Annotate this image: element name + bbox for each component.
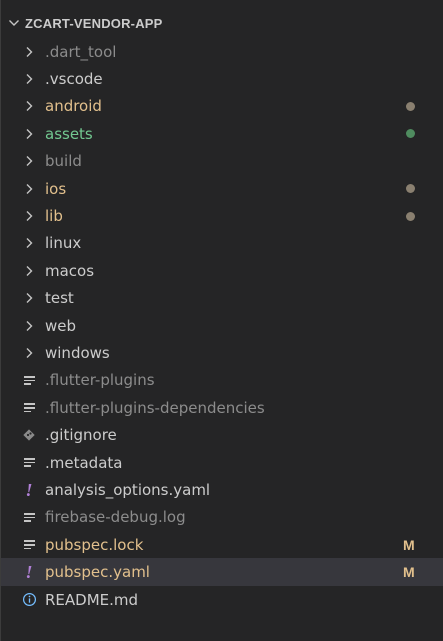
file-item[interactable]: .gitignore xyxy=(1,421,443,448)
folder-item[interactable]: ios xyxy=(1,175,443,202)
file-item[interactable]: .metadata xyxy=(1,449,443,476)
item-label: analysis_options.yaml xyxy=(45,480,211,499)
chevron-right-icon xyxy=(21,263,37,279)
chevron-right-icon xyxy=(21,345,37,361)
chevron-right-icon xyxy=(21,290,37,306)
item-label: android xyxy=(45,97,102,116)
lines-file-icon xyxy=(21,455,37,471)
file-item[interactable]: ! pubspec.yaml M xyxy=(1,558,443,586)
item-label: build xyxy=(45,152,82,171)
file-item[interactable]: firebase-debug.log xyxy=(1,504,443,531)
chevron-right-icon xyxy=(21,98,37,114)
file-tree: .dart_tool .vscode android assets build ios li… xyxy=(1,38,443,613)
folder-item[interactable]: test xyxy=(1,285,443,312)
item-label: macos xyxy=(45,261,95,280)
info-icon xyxy=(21,592,37,608)
item-label: lib xyxy=(45,207,63,226)
git-status-dot xyxy=(406,184,415,194)
folder-item[interactable]: assets xyxy=(1,120,443,147)
chevron-down-icon[interactable] xyxy=(3,16,25,30)
folder-item[interactable]: linux xyxy=(1,230,443,257)
git-status-dot xyxy=(406,211,415,221)
folder-item[interactable]: android xyxy=(1,93,443,120)
git-status-dot xyxy=(406,129,415,139)
item-label: firebase-debug.log xyxy=(45,508,186,527)
lines-file-icon xyxy=(21,372,37,388)
item-label: test xyxy=(45,289,74,308)
lines-file-icon xyxy=(21,537,37,553)
git-diamond-icon xyxy=(21,427,37,443)
yaml-exclamation-icon: ! xyxy=(25,562,33,583)
folder-item[interactable]: .dart_tool xyxy=(1,38,443,65)
chevron-right-icon xyxy=(21,235,37,251)
chevron-right-icon xyxy=(21,318,37,334)
item-label: .flutter-plugins-dependencies xyxy=(45,398,265,417)
item-label: .dart_tool xyxy=(45,42,117,61)
chevron-right-icon xyxy=(21,44,37,60)
item-label: .flutter-plugins xyxy=(45,371,155,390)
explorer-section-header[interactable]: ZCART-VENDOR-APP xyxy=(1,10,443,36)
lines-file-icon xyxy=(21,400,37,416)
file-item[interactable]: pubspec.lock M xyxy=(1,531,443,558)
file-item[interactable]: .flutter-plugins xyxy=(1,367,443,394)
chevron-right-icon xyxy=(21,181,37,197)
file-explorer: ZCART-VENDOR-APP .dart_tool .vscode androi… xyxy=(0,0,443,641)
folder-item[interactable]: lib xyxy=(1,202,443,229)
folder-item[interactable]: windows xyxy=(1,339,443,366)
item-label: .metadata xyxy=(45,453,123,472)
item-label: .vscode xyxy=(45,70,103,89)
explorer-title: ZCART-VENDOR-APP xyxy=(25,15,163,31)
git-modified-badge: M xyxy=(403,564,415,581)
folder-item[interactable]: build xyxy=(1,148,443,175)
chevron-right-icon xyxy=(21,126,37,142)
item-label: .gitignore xyxy=(45,426,117,445)
file-item[interactable]: README.md xyxy=(1,586,443,613)
chevron-right-icon xyxy=(21,208,37,224)
item-label: windows xyxy=(45,343,110,362)
item-label: web xyxy=(45,316,77,335)
yaml-exclamation-icon: ! xyxy=(25,479,33,500)
chevron-right-icon xyxy=(21,71,37,87)
git-modified-badge: M xyxy=(403,536,415,553)
lines-file-icon xyxy=(21,509,37,525)
chevron-right-icon xyxy=(21,153,37,169)
item-label: pubspec.lock xyxy=(45,535,144,554)
item-label: linux xyxy=(45,234,82,253)
item-label: README.md xyxy=(45,590,139,609)
git-status-dot xyxy=(406,101,415,111)
folder-item[interactable]: macos xyxy=(1,257,443,284)
file-item[interactable]: ! analysis_options.yaml xyxy=(1,476,443,503)
item-label: pubspec.yaml xyxy=(45,563,150,582)
folder-item[interactable]: web xyxy=(1,312,443,339)
file-item[interactable]: .flutter-plugins-dependencies xyxy=(1,394,443,421)
folder-item[interactable]: .vscode xyxy=(1,65,443,92)
item-label: assets xyxy=(45,124,93,143)
item-label: ios xyxy=(45,179,67,198)
